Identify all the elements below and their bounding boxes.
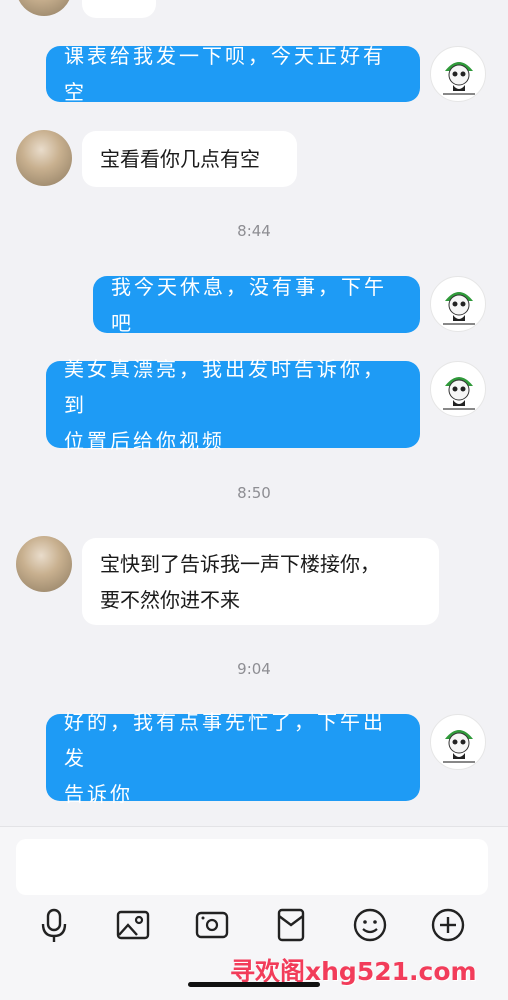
message-bubble-partial	[82, 0, 156, 18]
message-text: 课表给我发一下呗，今天正好有空	[64, 44, 386, 104]
message-input[interactable]	[16, 839, 488, 895]
plus-icon[interactable]	[428, 905, 468, 945]
timestamp: 9:04	[237, 660, 271, 678]
my-avatar[interactable]	[430, 276, 486, 332]
panda-sticker-icon	[443, 377, 475, 410]
chat-message-list[interactable]: 课表给我发一下呗，今天正好有空 宝看看你几点有空 8:44 我今天休息，没有事，…	[0, 0, 508, 826]
emoji-icon[interactable]	[350, 905, 390, 945]
contact-avatar[interactable]	[16, 130, 72, 186]
contact-message-bubble[interactable]: 宝看看你几点有空	[82, 131, 297, 187]
my-avatar[interactable]	[430, 714, 486, 770]
camera-icon[interactable]	[192, 905, 232, 945]
panda-sticker-icon	[443, 730, 475, 763]
message-text: 我今天休息，没有事，下午吧	[111, 274, 387, 335]
message-text: 宝看看你几点有空	[100, 147, 260, 171]
image-icon[interactable]	[113, 905, 153, 945]
panda-sticker-icon	[443, 62, 475, 95]
input-toolbar	[0, 905, 508, 949]
red-packet-icon[interactable]	[271, 905, 311, 945]
my-message-bubble[interactable]: 好的，我有点事先忙了，下午出发 告诉你	[46, 710, 420, 806]
contact-avatar[interactable]	[16, 536, 72, 592]
panda-sticker-icon	[443, 292, 475, 325]
contact-message-bubble[interactable]: 宝快到了告诉我一声下楼接你， 要不然你进不来	[82, 538, 439, 625]
contact-avatar[interactable]	[16, 0, 72, 16]
timestamp: 8:50	[237, 484, 271, 502]
message-text-line-2: 位置后给你视频	[64, 428, 225, 453]
microphone-icon[interactable]	[34, 905, 74, 945]
message-text-line-2: 告诉你	[64, 781, 133, 806]
message-text-line-2: 要不然你进不来	[100, 587, 240, 612]
message-text-line-1: 宝快到了告诉我一声下楼接你，	[100, 551, 380, 576]
message-text-line-1: 好的，我有点事先忙了，下午出发	[64, 709, 386, 770]
timestamp: 8:44	[237, 222, 271, 240]
my-avatar[interactable]	[430, 361, 486, 417]
my-avatar[interactable]	[430, 46, 486, 102]
my-message-bubble[interactable]: 美女真漂亮，我出发时告诉你，到 位置后给你视频	[46, 357, 420, 453]
message-text-line-1: 美女真漂亮，我出发时告诉你，到	[64, 356, 386, 417]
my-message-bubble[interactable]: 我今天休息，没有事，下午吧	[93, 275, 420, 335]
home-indicator	[188, 982, 320, 987]
my-message-bubble[interactable]: 课表给我发一下呗，今天正好有空	[46, 44, 420, 104]
